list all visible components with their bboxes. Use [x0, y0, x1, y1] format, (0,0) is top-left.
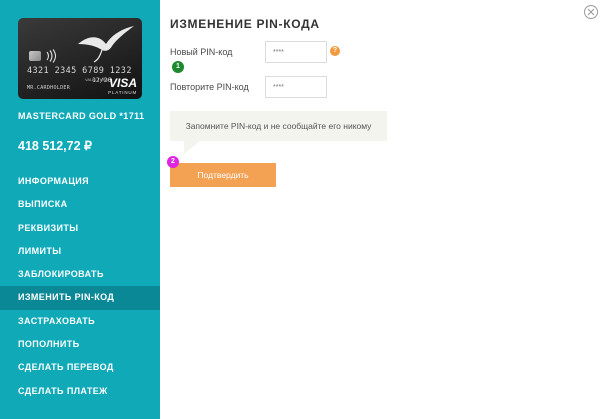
card-holder: MR.CARDHOLDER [27, 85, 71, 91]
new-pin-input[interactable] [265, 41, 327, 63]
repeat-pin-input[interactable] [265, 76, 327, 98]
pin-notice-text: Запомните PIN-код и не сообщайте его ник… [185, 121, 372, 131]
help-icon[interactable]: ? [330, 46, 340, 56]
card-number: 4321 2345 6789 1232 [27, 66, 132, 76]
sidebar: 4321 2345 6789 1232 VALID THRU 12/26 MR.… [0, 0, 160, 419]
repeat-pin-label: Повторите PIN-код [170, 82, 249, 92]
new-pin-label: Новый PIN-код [170, 47, 233, 57]
bird-logo-icon [78, 26, 134, 63]
contactless-icon [46, 49, 57, 63]
sidebar-item-change-pin[interactable]: ИЗМЕНИТЬ PIN-КОД [0, 286, 160, 310]
sidebar-item-block[interactable]: ЗАБЛОКИРОВАТЬ [0, 263, 160, 286]
card-name: MASTERCARD GOLD *1711 [18, 111, 145, 121]
step-one-badge: 1 [172, 61, 184, 73]
sidebar-item-insure[interactable]: ЗАСТРАХОВАТЬ [0, 310, 160, 333]
bank-card-image: 4321 2345 6789 1232 VALID THRU 12/26 MR.… [18, 18, 142, 99]
pin-notice: Запомните PIN-код и не сообщайте его ник… [170, 111, 387, 154]
main-panel [160, 0, 600, 419]
sidebar-item-details[interactable]: РЕКВИЗИТЫ [0, 217, 160, 240]
sidebar-item-top-up[interactable]: ПОПОЛНИТЬ [0, 333, 160, 356]
sidebar-item-limits[interactable]: ЛИМИТЫ [0, 240, 160, 263]
page-title: ИЗМЕНЕНИЕ PIN-КОДА [170, 17, 320, 31]
card-tier: PLATINUM [108, 90, 137, 95]
notice-tail [184, 141, 200, 154]
sidebar-menu: ИНФОРМАЦИЯ ВЫПИСКА РЕКВИЗИТЫ ЛИМИТЫ ЗАБЛ… [0, 170, 160, 403]
close-icon [587, 8, 595, 16]
card-brand: VISA [108, 76, 137, 90]
sidebar-item-info[interactable]: ИНФОРМАЦИЯ [0, 170, 160, 193]
sidebar-item-statement[interactable]: ВЫПИСКА [0, 193, 160, 216]
close-button[interactable] [584, 5, 598, 19]
chip-icon [29, 51, 41, 61]
sidebar-item-transfer[interactable]: СДЕЛАТЬ ПЕРЕВОД [0, 356, 160, 379]
step-two-badge: 2 [167, 156, 179, 168]
card-balance: 418 512,72 ₽ [18, 139, 92, 153]
sidebar-item-payment[interactable]: СДЕЛАТЬ ПЛАТЕЖ [0, 380, 160, 403]
confirm-button[interactable]: Подтвердить [170, 163, 276, 187]
